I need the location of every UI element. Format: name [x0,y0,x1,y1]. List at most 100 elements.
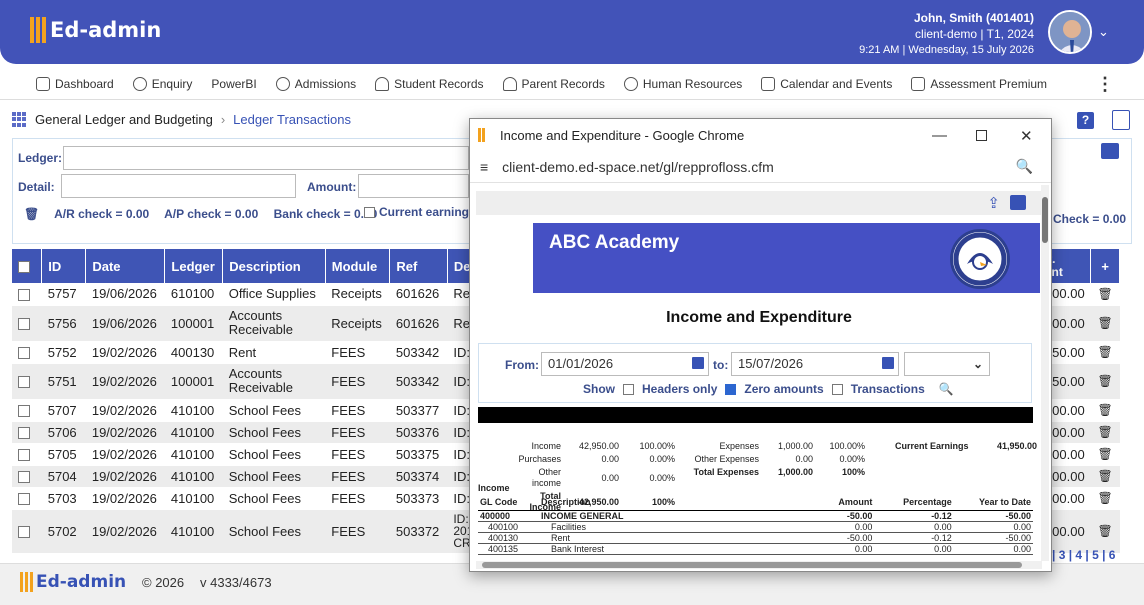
nav-student-records[interactable]: Student Records [375,76,484,91]
row-checkbox[interactable] [18,526,30,539]
user-info[interactable]: John, Smith (401401) client-demo | T1, 2… [859,10,1034,58]
zero-amounts-checkbox[interactable] [725,383,737,395]
col-ref[interactable]: Ref [389,249,448,283]
cell-ref: 503374 [389,465,448,488]
app-logo[interactable]: Ed-admin [30,17,161,43]
scroll-thumb[interactable] [482,562,1022,568]
amount-input[interactable] [358,174,469,198]
trash-icon[interactable]: 🗑 [1090,443,1120,466]
trash-icon[interactable]: 🗑 [1090,421,1120,444]
gl-ytd: -50.00 [953,532,1033,544]
nav-parent-records[interactable]: Parent Records [502,76,605,91]
avatar[interactable] [1048,10,1092,54]
pagination[interactable]: 2 | 3 | 4 | 5 | 6 [1042,548,1115,562]
nav-admissions[interactable]: Admissions [275,76,356,91]
print-icon[interactable] [1101,143,1119,159]
nav-calendar[interactable]: Calendar and Events [761,76,892,91]
trash-icon[interactable]: 🗑 [1090,399,1120,422]
trash-icon[interactable]: 🗑 [1090,341,1120,364]
zoom-icon[interactable]: 🔍 [1016,158,1033,175]
cell-date: 19/02/2026 [85,421,165,444]
nav-enquiry[interactable]: Enquiry [132,76,192,91]
minimize-icon[interactable]: — [932,127,947,144]
add-icon[interactable]: + [1090,249,1120,283]
breadcrumb-parent[interactable]: General Ledger and Budgeting [35,112,213,127]
col-ledger[interactable]: Ledger [164,249,224,283]
period-select[interactable]: ⌄ [904,352,990,376]
row-checkbox[interactable] [18,318,30,331]
current-earnings-toggle[interactable]: Current earnings [364,205,476,219]
upload-icon[interactable]: ⇪ [987,194,1000,212]
help-icon[interactable]: ? [1077,112,1094,129]
more-menu-icon[interactable]: ⋮ [1096,74,1114,95]
to-date-input[interactable]: 15/07/2026 [731,352,899,376]
row-checkbox[interactable] [18,471,30,484]
headers-only-checkbox[interactable] [623,383,634,395]
from-date-input[interactable]: 01/01/2026 [541,352,709,376]
trash-icon[interactable]: 🗑 [24,207,39,221]
to-date-value: 15/07/2026 [738,356,804,371]
vertical-scrollbar[interactable] [1041,185,1049,561]
trash-icon[interactable]: 🗑 [1090,465,1120,488]
cell-module: FEES [325,465,390,488]
main-nav: Dashboard Enquiry PowerBI Admissions Stu… [0,68,1144,100]
search-icon[interactable]: 🔍 [939,382,954,396]
app-favicon-icon [478,128,490,142]
row-checkbox[interactable] [18,288,30,301]
summary-pct: 0.00% [839,454,865,464]
row-checkbox[interactable] [18,376,30,389]
calendar-icon[interactable] [692,357,704,369]
url-text[interactable]: client-demo.ed-space.net/gl/repprofloss.… [502,159,774,175]
trash-icon[interactable]: 🗑 [1090,509,1120,554]
trash-icon[interactable]: 🗑 [1090,363,1120,400]
nav-dashboard[interactable]: Dashboard [36,76,114,91]
trash-icon[interactable]: 🗑 [1090,283,1120,306]
popup-titlebar[interactable]: Income and Expenditure - Google Chrome [470,119,1051,151]
detail-input[interactable] [61,174,296,198]
avatar-photo-icon [1050,12,1090,52]
col-date[interactable]: Date [85,249,166,283]
summary-pct: 100% [841,467,865,477]
trash-icon[interactable]: 🗑 [1090,487,1120,510]
gl-percentage: 0.00 [874,521,954,533]
nav-human-resources[interactable]: Human Resources [623,76,742,91]
nav-assessment[interactable]: Assessment Premium [911,76,1047,91]
cell-description: School Fees [222,421,326,444]
horizontal-scrollbar[interactable] [476,561,1042,569]
col-id[interactable]: ID [41,249,87,283]
row-checkbox[interactable] [18,405,30,418]
select-all[interactable] [12,249,43,283]
chrome-popup-window[interactable]: Income and Expenditure - Google Chrome —… [469,118,1052,572]
ledger-input[interactable] [63,146,469,170]
current-earnings-checkbox[interactable] [364,206,375,218]
close-icon[interactable]: ✕ [1020,127,1033,145]
gl-ytd: -50.00 [953,510,1033,522]
nav-powerbi[interactable]: PowerBI [211,77,256,91]
maximize-icon[interactable] [976,130,987,141]
cell-ledger: 410100 [164,465,223,488]
grid-icon[interactable] [12,112,27,127]
calendar-icon[interactable] [882,357,894,369]
row-checkbox[interactable] [18,347,30,360]
gl-code: 400100 [478,521,539,533]
summary-row: Income 42,950.00 100.00% [504,441,678,452]
scroll-thumb[interactable] [1042,197,1048,243]
cell-id: 5756 [41,305,86,342]
row-checkbox[interactable] [18,493,30,506]
url-bar[interactable]: ≡ client-demo.ed-space.net/gl/repproflos… [470,151,1051,183]
transactions-checkbox[interactable] [831,383,843,395]
chevron-down-icon[interactable]: ⌄ [1098,24,1109,40]
report-icon[interactable] [1112,110,1130,130]
row-checkbox[interactable] [18,427,30,440]
select-all-checkbox[interactable] [18,261,30,274]
breadcrumb-current[interactable]: Ledger Transactions [233,112,351,127]
check-totals: 🗑 A/R check = 0.00 A/P check = 0.00 Bank… [24,207,389,221]
gl-col-percentage: Percentage [874,495,954,511]
print-icon[interactable] [1010,195,1026,210]
row-checkbox[interactable] [18,449,30,462]
site-settings-icon[interactable]: ≡ [480,159,488,175]
col-description[interactable]: Description [222,249,326,283]
summary-label: Purchases [518,454,561,464]
col-module[interactable]: Module [325,249,391,283]
trash-icon[interactable]: 🗑 [1090,305,1120,342]
